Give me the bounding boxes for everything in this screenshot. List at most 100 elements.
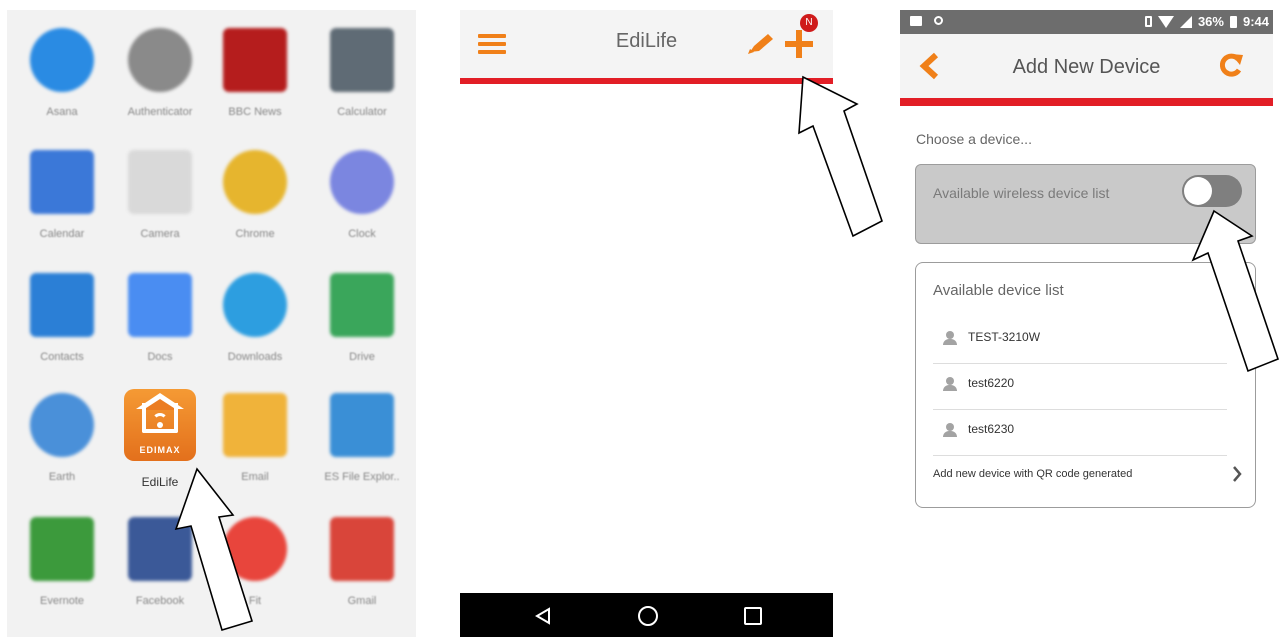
edilife-icon: EDIMAX <box>124 389 196 461</box>
app-label: Gmail <box>347 595 377 607</box>
app-label: Docs <box>147 351 173 363</box>
app-label: Email <box>241 471 269 483</box>
device-name: test6230 <box>968 422 1015 436</box>
camera-icon <box>128 150 192 214</box>
app-docs[interactable]: Docs <box>115 273 205 363</box>
wireless-list-toggle[interactable] <box>1182 175 1242 207</box>
clock-icon <box>330 150 394 214</box>
choose-device-label: Choose a device... <box>916 131 1032 147</box>
status-bar: 36% 9:44 <box>900 10 1273 34</box>
edimax-logo-text: EDIMAX <box>139 445 181 455</box>
list-item[interactable]: test6230 <box>933 409 1227 456</box>
device-name: test6220 <box>968 376 1015 390</box>
wifi-icon <box>1157 15 1174 28</box>
app-label: Earth <box>48 471 76 483</box>
edilife-main-screen: EdiLife N <box>460 10 833 637</box>
add-device-screen: 36% 9:44 Add New Device Choose a device.… <box>900 10 1273 637</box>
app-label: Authenticator <box>127 106 193 118</box>
gmail-icon <box>330 517 394 581</box>
app-label: Facebook <box>135 595 185 607</box>
nav-home-icon[interactable] <box>638 606 658 626</box>
app-label: Contacts <box>40 351 84 363</box>
bbc-news-icon <box>223 28 287 92</box>
app-facebook[interactable]: Facebook <box>115 517 205 607</box>
app-camera[interactable]: Camera <box>115 150 205 240</box>
app-contacts[interactable]: Contacts <box>17 273 107 363</box>
app-earth[interactable]: Earth <box>17 393 107 483</box>
notification-badge: N <box>800 14 818 32</box>
app-drawer: Asana Authenticator BBC News Calculator Cale… <box>7 10 416 637</box>
calendar-icon <box>30 150 94 214</box>
wireless-device-card: Available wireless device list <box>915 164 1256 244</box>
nav-recent-apps-icon[interactable] <box>744 607 762 625</box>
fit-icon <box>223 517 287 581</box>
nav-back-icon[interactable] <box>535 607 551 625</box>
authenticator-icon <box>128 28 192 92</box>
app-label: Downloads <box>227 351 283 363</box>
app-title: EdiLife <box>615 30 678 52</box>
app-edilife[interactable]: EDIMAX EdiLife <box>115 389 205 489</box>
evernote-icon <box>30 517 94 581</box>
list-item[interactable]: test6220 <box>933 363 1227 410</box>
app-label: Chrome <box>235 228 275 240</box>
vibrate-icon <box>1144 16 1152 27</box>
app-chrome[interactable]: Chrome <box>210 150 300 240</box>
app-label: Calendar <box>39 228 85 240</box>
app-label: EdiLife <box>141 475 179 489</box>
app-calculator[interactable]: Calculator <box>317 28 407 118</box>
app-label: Asana <box>46 106 78 118</box>
chevron-right-icon <box>1233 466 1242 482</box>
app-asana[interactable]: Asana <box>17 28 107 118</box>
qr-row-label: Add new device with QR code generated <box>933 468 1133 480</box>
add-device-icon[interactable] <box>785 30 813 58</box>
app-authenticator[interactable]: Authenticator <box>115 28 205 118</box>
es-file-explorer-icon <box>330 393 394 457</box>
calculator-icon <box>330 28 394 92</box>
edit-pencil-icon[interactable] <box>746 32 776 56</box>
android-nav-bar <box>460 593 833 637</box>
facebook-icon <box>128 517 192 581</box>
device-name: TEST-3210W <box>968 330 1041 344</box>
device-list-title: Available device list <box>933 282 1064 299</box>
app-clock[interactable]: Clock <box>317 150 407 240</box>
email-icon <box>223 393 287 457</box>
refresh-icon[interactable] <box>1218 52 1244 78</box>
list-item[interactable]: TEST-3210W <box>933 317 1227 364</box>
wireless-list-label: Available wireless device list <box>933 185 1110 201</box>
app-header: Add New Device <box>900 34 1273 106</box>
app-es-file-explor[interactable]: ES File Explor.. <box>317 393 407 483</box>
app-label: Calculator <box>337 106 387 118</box>
chrome-icon <box>223 150 287 214</box>
downloads-icon <box>223 273 287 337</box>
app-label: Clock <box>348 228 376 240</box>
app-evernote[interactable]: Evernote <box>17 517 107 607</box>
asana-icon <box>30 28 94 92</box>
contacts-icon <box>30 273 94 337</box>
device-list-card: Available device list TEST-3210W test622… <box>915 262 1256 508</box>
app-label: Fit <box>248 595 262 607</box>
battery-icon <box>1229 15 1237 28</box>
app-fit[interactable]: Fit <box>210 517 300 607</box>
app-label: Drive <box>349 351 375 363</box>
app-calendar[interactable]: Calendar <box>17 150 107 240</box>
app-email[interactable]: Email <box>210 393 300 483</box>
device-icon <box>943 331 957 345</box>
add-qr-device-row[interactable]: Add new device with QR code generated <box>933 460 1243 490</box>
signal-icon <box>1179 15 1192 28</box>
earth-icon <box>30 393 94 457</box>
device-icon <box>943 423 957 437</box>
app-downloads[interactable]: Downloads <box>210 273 300 363</box>
location-icon <box>934 16 943 25</box>
app-label: BBC News <box>228 106 282 118</box>
app-label: ES File Explor.. <box>324 471 400 483</box>
device-icon <box>943 377 957 391</box>
app-drive[interactable]: Drive <box>317 273 407 363</box>
battery-percent: 36% <box>1197 14 1224 29</box>
clock-time: 9:44 <box>1242 14 1269 29</box>
app-gmail[interactable]: Gmail <box>317 517 407 607</box>
app-bbc-news[interactable]: BBC News <box>210 28 300 118</box>
app-header: EdiLife N <box>460 10 833 84</box>
drive-icon <box>330 273 394 337</box>
docs-icon <box>128 273 192 337</box>
app-label: Camera <box>140 228 180 240</box>
